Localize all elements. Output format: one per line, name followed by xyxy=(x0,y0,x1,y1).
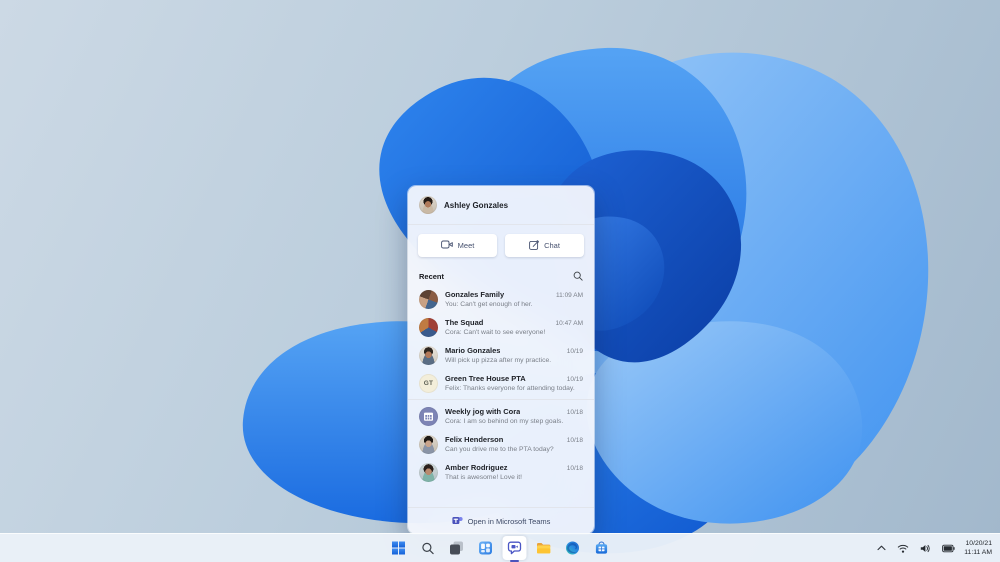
system-tray: 10/20/21 11:11 AM xyxy=(875,534,995,562)
clock[interactable]: 10/20/21 11:11 AM xyxy=(964,539,995,557)
conversation-time: 10/19 xyxy=(566,376,583,383)
conversation-item[interactable]: Amber Rodriguez 10/18 That is awesome! L… xyxy=(408,458,594,486)
taskbar-search-button[interactable] xyxy=(416,536,440,560)
conversation-texts: Green Tree House PTA 10/19 Felix: Thanks… xyxy=(445,374,583,392)
taskbar-widgets-button[interactable] xyxy=(474,536,498,560)
tray-network-button[interactable] xyxy=(895,542,911,555)
compose-icon xyxy=(529,239,540,252)
search-button[interactable] xyxy=(573,271,583,281)
search-icon xyxy=(573,271,583,281)
taskbar-edge-button[interactable] xyxy=(561,536,585,560)
conversation-texts: Felix Henderson 10/18 Can you drive me t… xyxy=(445,435,583,453)
recent-header: Recent xyxy=(408,264,594,285)
battery-icon xyxy=(942,544,955,552)
conversation-preview: Can you drive me to the PTA today? xyxy=(445,446,554,453)
open-in-teams-label: Open in Microsoft Teams xyxy=(467,516,551,526)
teams-chat-icon xyxy=(507,541,522,555)
flyout-actions: Meet Chat xyxy=(408,225,594,264)
conversation-preview: Felix: Thanks everyone for attending tod… xyxy=(445,385,575,392)
taskbar-start-button[interactable] xyxy=(387,536,411,560)
conversation-preview: You: Can't get enough of her. xyxy=(445,301,533,308)
conversation-texts: Gonzales Family 11:09 AM You: Can't get … xyxy=(445,290,583,308)
recent-label: Recent xyxy=(419,271,445,281)
conversation-name: Mario Gonzales xyxy=(445,346,501,355)
conversation-avatar xyxy=(419,346,438,365)
conversation-avatar: GT xyxy=(419,374,438,393)
tray-chevron-up-button[interactable] xyxy=(875,543,888,553)
conversation-time: 10/18 xyxy=(566,465,583,472)
conversation-item[interactable]: Gonzales Family 11:09 AM You: Can't get … xyxy=(408,285,594,313)
volume-icon xyxy=(921,544,930,552)
chat-button-label: Chat xyxy=(544,241,560,250)
conversation-list: Gonzales Family 11:09 AM You: Can't get … xyxy=(408,285,594,507)
task-view-icon xyxy=(450,541,463,555)
conversation-avatar xyxy=(419,435,438,454)
conversation-texts: Weekly jog with Cora 10/18 Cora: I am so… xyxy=(445,407,583,425)
edge-browser-icon xyxy=(566,541,579,555)
tray-date: 10/20/21 xyxy=(965,539,992,547)
calendar-icon xyxy=(424,412,433,421)
conversation-preview: That is awesome! Love it! xyxy=(445,474,523,481)
conversation-preview: Will pick up pizza after my practice. xyxy=(445,357,552,364)
conversation-name: Amber Rodriguez xyxy=(445,463,508,472)
search-icon xyxy=(421,542,434,554)
user-name: Ashley Gonzales xyxy=(444,200,509,210)
conversation-time: 11:09 AM xyxy=(556,292,583,299)
conversation-texts: Mario Gonzales 10/19 Will pick up pizza … xyxy=(445,346,583,364)
conversation-avatar xyxy=(419,407,438,426)
conversation-name: Green Tree House PTA xyxy=(445,374,526,383)
conversation-name: Weekly jog with Cora xyxy=(445,407,521,416)
open-in-teams-link[interactable]: Open in Microsoft Teams xyxy=(408,507,594,534)
conversation-name: The Squad xyxy=(445,318,484,327)
tray-battery-button[interactable] xyxy=(940,542,957,555)
conversation-name: Gonzales Family xyxy=(445,290,505,299)
folder-icon xyxy=(537,543,551,554)
chat-button[interactable]: Chat xyxy=(505,234,584,257)
taskbar-chat-button[interactable] xyxy=(502,536,527,560)
conversation-avatar xyxy=(419,463,438,482)
conversation-texts: The Squad 10:47 AM Cora: Can't wait to s… xyxy=(445,318,583,336)
meet-button-label: Meet xyxy=(457,241,475,250)
widgets-icon xyxy=(479,541,492,555)
taskbar-file-explorer-button[interactable] xyxy=(532,536,556,560)
conversation-avatar xyxy=(419,290,438,309)
conversation-item[interactable]: GT Green Tree House PTA 10/19 Felix: Tha… xyxy=(408,369,594,397)
conversation-preview: Cora: I am so behind on my step goals. xyxy=(445,418,564,425)
list-divider xyxy=(408,399,594,400)
chevron-up-icon xyxy=(877,545,886,551)
conversation-preview: Cora: Can't wait to see everyone! xyxy=(445,329,546,336)
taskbar-store-button[interactable] xyxy=(590,536,614,560)
tray-time: 11:11 AM xyxy=(964,549,992,556)
conversation-avatar xyxy=(419,318,438,337)
conversation-time: 10/19 xyxy=(566,348,583,355)
conversation-item[interactable]: Weekly jog with Cora 10/18 Cora: I am so… xyxy=(408,402,594,430)
microsoft-store-icon xyxy=(595,541,608,554)
windows-start-icon xyxy=(392,541,405,555)
tray-volume-button[interactable] xyxy=(918,542,933,555)
conversation-time: 10/18 xyxy=(566,409,583,416)
conversation-item[interactable]: Felix Henderson 10/18 Can you drive me t… xyxy=(408,430,594,458)
wifi-icon xyxy=(897,544,909,553)
taskbar: 10/20/21 11:11 AM xyxy=(0,533,1000,562)
conversation-time: 10:47 AM xyxy=(555,320,583,327)
conversation-texts: Amber Rodriguez 10/18 That is awesome! L… xyxy=(445,463,583,481)
user-avatar xyxy=(419,196,437,214)
video-camera-icon xyxy=(440,240,453,251)
taskbar-task-view-button[interactable] xyxy=(445,536,469,560)
taskbar-center-group xyxy=(387,534,614,562)
teams-logo-icon xyxy=(451,515,463,528)
teams-chat-flyout: Ashley Gonzales Meet Chat Recent Gonzale… xyxy=(407,185,595,535)
conversation-name: Felix Henderson xyxy=(445,435,504,444)
conversation-item[interactable]: The Squad 10:47 AM Cora: Can't wait to s… xyxy=(408,313,594,341)
conversation-time: 10/18 xyxy=(566,437,583,444)
meet-button[interactable]: Meet xyxy=(418,234,497,257)
desktop: Ashley Gonzales Meet Chat Recent Gonzale… xyxy=(0,0,1000,562)
conversation-item[interactable]: Mario Gonzales 10/19 Will pick up pizza … xyxy=(408,341,594,369)
flyout-header[interactable]: Ashley Gonzales xyxy=(408,186,594,225)
